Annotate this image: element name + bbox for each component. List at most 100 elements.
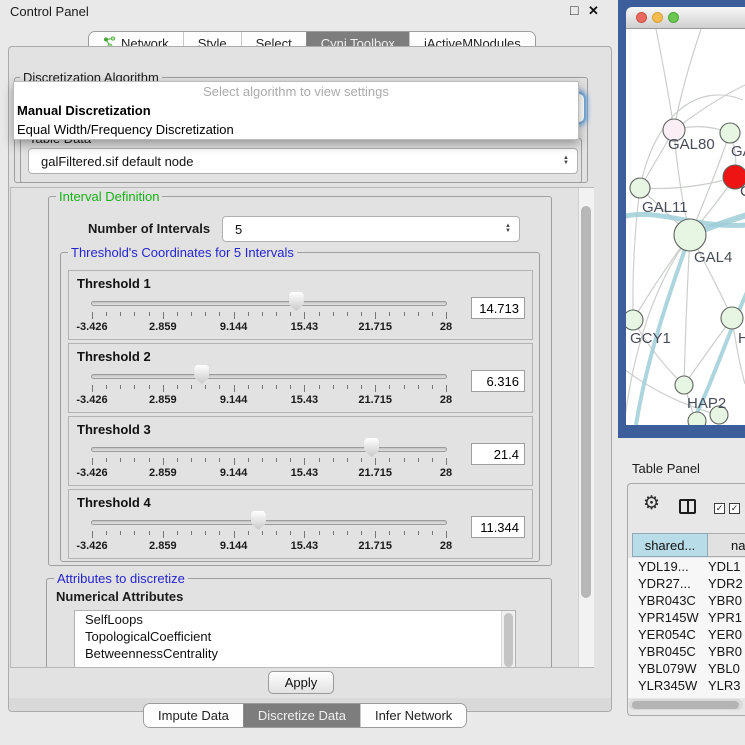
network-node-label: C: [740, 183, 745, 200]
tick-mark: [389, 458, 390, 462]
slider-thumb[interactable]: [194, 365, 209, 384]
table-data-value: galFiltered.sif default node: [41, 154, 193, 169]
table-row[interactable]: YDR27...YDR2: [628, 575, 745, 592]
tab-label: Infer Network: [375, 708, 452, 723]
checkbox-icon[interactable]: ✓: [729, 503, 740, 514]
tick-mark: [304, 385, 305, 392]
column-header-shared[interactable]: shared...: [632, 533, 708, 557]
network-node[interactable]: [626, 310, 643, 330]
list-scrollbar[interactable]: [501, 611, 515, 668]
threshold-value-field[interactable]: 21.4: [471, 443, 525, 465]
table-row[interactable]: YPR145WYPR1: [628, 609, 745, 626]
tick-mark: [304, 458, 305, 465]
slider-track[interactable]: [91, 520, 447, 525]
table-row[interactable]: YDL19...YDL1: [628, 558, 745, 575]
cell-name: YIL0: [708, 694, 735, 698]
bottom-tab-impute-data[interactable]: Impute Data: [144, 704, 243, 727]
slider-track[interactable]: [91, 374, 447, 379]
checkbox-icon[interactable]: ✓: [714, 503, 725, 514]
network-canvas[interactable]: GAL80GACGAL11GAL4GCY1HHAP2: [626, 29, 745, 425]
slider-thumb[interactable]: [364, 438, 379, 457]
network-edge[interactable]: [640, 177, 735, 189]
bottom-tab-infer-network[interactable]: Infer Network: [360, 704, 466, 727]
network-node[interactable]: [721, 307, 743, 329]
slider-thumb[interactable]: [289, 292, 304, 311]
network-window-titlebar[interactable]: [626, 7, 745, 29]
table-row[interactable]: YBR045CYBR0: [628, 643, 745, 660]
tick-label: -3.426: [67, 321, 117, 333]
tick-mark: [219, 458, 220, 462]
list-item-topologicalcoefficient[interactable]: TopologicalCoefficient: [75, 628, 515, 645]
close-icon[interactable]: ✕: [588, 3, 599, 19]
network-node[interactable]: [720, 123, 740, 143]
network-node-label: H: [738, 330, 745, 347]
slider-track[interactable]: [91, 447, 447, 452]
threshold-value-field[interactable]: 14.713: [471, 297, 525, 319]
list-item-betweennesscentrality[interactable]: BetweennessCentrality: [75, 645, 515, 662]
apply-button[interactable]: Apply: [268, 671, 334, 694]
combo-arrows-icon: ▲▼: [505, 224, 511, 234]
cell-shared-name: YBL079W: [628, 660, 708, 677]
network-edge[interactable]: [674, 29, 701, 130]
table-row[interactable]: YBL079WYBL0: [628, 660, 745, 677]
tick-mark: [333, 385, 334, 389]
table-data-combobox[interactable]: galFiltered.sif default node ▲▼: [28, 148, 578, 174]
close-traffic-light[interactable]: [636, 12, 647, 23]
table-hscrollbar[interactable]: [629, 699, 743, 710]
tick-mark: [347, 312, 348, 316]
tick-mark: [134, 531, 135, 535]
list-scrollbar-thumb[interactable]: [504, 613, 513, 667]
main-scrollbar-thumb[interactable]: [581, 206, 591, 598]
table-row[interactable]: YIL053CYIL0: [628, 694, 745, 698]
numerical-attributes-label: Numerical Attributes: [56, 589, 183, 604]
tick-label: 15.43: [279, 394, 329, 406]
threshold-label: Threshold 2: [77, 349, 151, 364]
table-row[interactable]: YLR345WYLR3: [628, 677, 745, 694]
bottom-tab-discretize-data[interactable]: Discretize Data: [243, 704, 360, 727]
float-window-icon[interactable]: □: [570, 2, 578, 18]
popup-item-manual-discretization[interactable]: Manual Discretization: [14, 101, 578, 120]
network-edge[interactable]: [656, 29, 674, 130]
popup-item-equal-width-frequency[interactable]: Equal Width/Frequency Discretization: [14, 120, 578, 139]
tick-mark: [290, 531, 291, 535]
main-scrollbar[interactable]: [578, 188, 594, 667]
network-edge[interactable]: [674, 85, 745, 130]
tick-label: 21.715: [350, 540, 400, 552]
network-node-label: HAP2: [687, 395, 726, 412]
slider-track[interactable]: [91, 301, 447, 306]
gear-icon[interactable]: ⚙: [643, 492, 660, 515]
network-node[interactable]: [674, 219, 706, 251]
minimize-traffic-light[interactable]: [652, 12, 663, 23]
threshold-value-field[interactable]: 6.316: [471, 370, 525, 392]
cell-shared-name: YER054C: [628, 626, 708, 643]
tick-mark: [120, 531, 121, 535]
tick-label: 15.43: [279, 540, 329, 552]
threshold-value-field[interactable]: 11.344: [471, 516, 525, 538]
split-columns-icon[interactable]: [679, 499, 696, 514]
table-row[interactable]: YBR043CYBR0: [628, 592, 745, 609]
network-edge[interactable]: [684, 318, 732, 385]
tick-mark: [319, 458, 320, 462]
cell-shared-name: YPR145W: [628, 609, 708, 626]
cell-name: YLR3: [708, 677, 741, 694]
zoom-traffic-light[interactable]: [668, 12, 679, 23]
network-node[interactable]: [675, 376, 693, 394]
tick-mark: [248, 312, 249, 316]
table-row[interactable]: YER054CYER0: [628, 626, 745, 643]
network-edge[interactable]: [684, 235, 690, 385]
tick-mark: [304, 531, 305, 538]
slider-thumb[interactable]: [251, 511, 266, 530]
network-node[interactable]: [688, 412, 706, 425]
number-of-intervals-combobox[interactable]: 5 ▲▼: [222, 216, 520, 242]
numerical-attributes-list[interactable]: SelfLoopsTopologicalCoefficientBetweenne…: [74, 610, 516, 668]
table-hscrollbar-thumb[interactable]: [632, 701, 739, 709]
tick-label: 21.715: [350, 467, 400, 479]
cell-name: YBR0: [708, 592, 742, 609]
list-item-selfloops[interactable]: SelfLoops: [75, 611, 515, 628]
tick-mark: [191, 312, 192, 316]
network-node[interactable]: [630, 178, 650, 198]
column-header-name[interactable]: na: [708, 533, 745, 557]
network-edge[interactable]: [633, 188, 640, 320]
tick-mark: [276, 458, 277, 462]
cell-shared-name: YDR27...: [628, 575, 708, 592]
